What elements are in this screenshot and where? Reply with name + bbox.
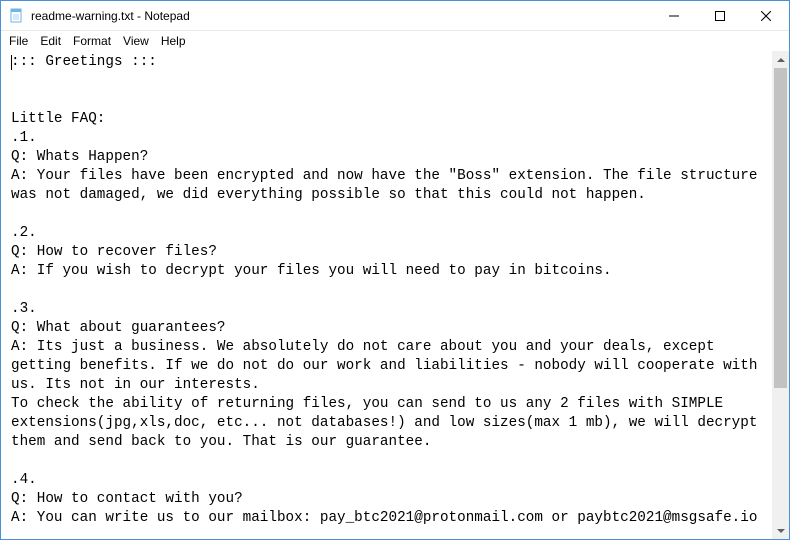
- menubar: File Edit Format View Help: [1, 31, 789, 51]
- menu-view[interactable]: View: [119, 34, 153, 48]
- minimize-button[interactable]: [651, 1, 697, 30]
- menu-help[interactable]: Help: [157, 34, 190, 48]
- maximize-button[interactable]: [697, 1, 743, 30]
- menu-file[interactable]: File: [5, 34, 32, 48]
- scroll-up-button[interactable]: [772, 51, 789, 68]
- content-area: ::: Greetings ::: Little FAQ: .1. Q: Wha…: [1, 51, 789, 539]
- document-text: ::: Greetings ::: Little FAQ: .1. Q: Wha…: [11, 54, 766, 526]
- scroll-thumb[interactable]: [774, 68, 787, 388]
- menu-edit[interactable]: Edit: [36, 34, 65, 48]
- vertical-scrollbar[interactable]: [772, 51, 789, 539]
- window-title: readme-warning.txt - Notepad: [31, 9, 651, 23]
- notepad-icon: [9, 8, 25, 24]
- scroll-down-button[interactable]: [772, 522, 789, 539]
- window-controls: [651, 1, 789, 30]
- menu-format[interactable]: Format: [69, 34, 115, 48]
- text-editor[interactable]: ::: Greetings ::: Little FAQ: .1. Q: Wha…: [1, 51, 772, 539]
- titlebar: readme-warning.txt - Notepad: [1, 1, 789, 31]
- close-button[interactable]: [743, 1, 789, 30]
